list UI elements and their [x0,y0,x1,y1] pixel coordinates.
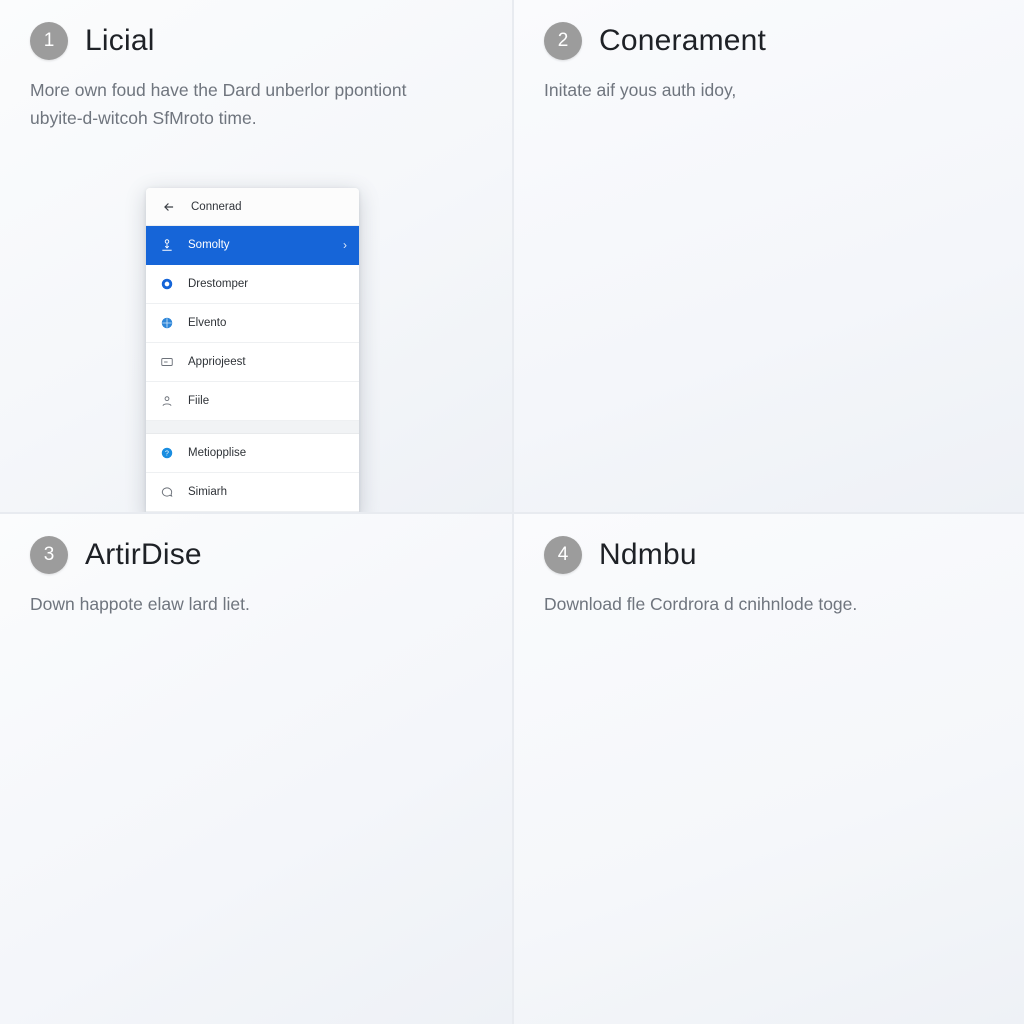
chevron-right-icon: › [343,238,347,252]
step-number-badge-1: 1 [30,22,68,60]
list-item[interactable]: Simiarh [146,473,359,512]
step-title-4: Ndmbu [599,538,697,571]
step-panel-4: 4 Ndmbu Download fle Cordrora d cnihnlod… [514,514,1024,1024]
list-item-selected[interactable]: Somolty › [146,226,359,265]
card-icon [158,354,175,371]
circle-ring-icon [158,276,175,293]
chat-icon [158,484,175,501]
steps-grid: 1 Licial More own foud have the Dard unb… [0,0,1024,1024]
step-number-badge-2: 2 [544,22,582,60]
list-item-label: Elvento [188,317,227,329]
step-3-header: 3 ArtirDise [30,536,482,574]
svg-text:?: ? [165,451,169,458]
list-group-divider [146,421,359,434]
step-title-1: Licial [85,24,155,57]
list-item[interactable]: Appriojeest [146,343,359,382]
question-badge-icon: ? [158,445,175,462]
list-item-label: Appriojeest [188,356,246,368]
list-header-row[interactable]: Connerad [146,188,359,226]
step-4-header: 4 Ndmbu [544,536,996,574]
globe-person-icon [158,315,175,332]
person-download-icon [158,237,175,254]
list-item[interactable]: Elvento [146,304,359,343]
list-item-label: Fiile [188,395,210,407]
step-title-2: Conerament [599,24,767,57]
list-item-label: Somolty [188,239,230,251]
list-item-label: Simiarh [188,486,227,498]
step-2-header: 2 Conerament [544,22,996,60]
step-number-badge-4: 4 [544,536,582,574]
back-arrow-icon[interactable] [160,198,177,215]
list-item-label: Drestomper [188,278,249,290]
step-description-1: More own foud have the Dard unberlor ppo… [30,80,407,128]
list-item-label: Metiopplise [188,447,247,459]
step-number-badge-3: 3 [30,536,68,574]
step-description-4: Download fle Cordrora d cnihnlode toge. [544,594,858,614]
step-1-header: 1 Licial [30,22,482,60]
list-item[interactable]: Fiile [146,382,359,421]
list-item[interactable]: ? Metiopplise [146,434,359,473]
step-title-3: ArtirDise [85,538,202,571]
step-panel-2: 2 Conerament Initate aif yous auth idoy,… [514,0,1024,512]
list-header-label: Connerad [191,200,242,213]
user-outline-icon [158,393,175,410]
list-item[interactable]: Drestomper [146,265,359,304]
step-panel-1: 1 Licial More own foud have the Dard unb… [0,0,512,512]
phone-mockup-1: Connerad Somolty › Drestomper Elvento Ap… [146,188,359,512]
step-panel-3: 3 ArtirDise Down happote elaw lard liet.… [0,514,512,1024]
step-description-3: Down happote elaw lard liet. [30,594,250,614]
step-description-2: Initate aif yous auth idoy, [544,80,737,100]
